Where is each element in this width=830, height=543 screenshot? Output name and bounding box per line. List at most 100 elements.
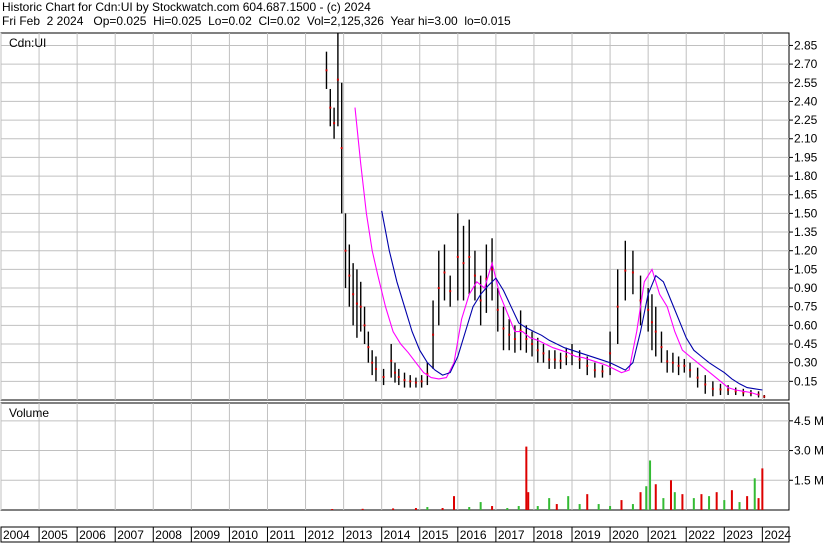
volume-bar [692, 498, 695, 510]
price-tick-label: 0.75 [794, 300, 818, 314]
price-close-marker [654, 330, 657, 333]
price-close-marker [329, 106, 332, 109]
volume-bar [506, 508, 509, 510]
volume-bar [654, 484, 657, 510]
year-tick-label: 2006 [79, 528, 106, 542]
price-close-marker [609, 352, 612, 355]
price-close-marker [671, 361, 674, 364]
price-tick-label: 0.45 [794, 337, 818, 351]
price-close-marker [397, 375, 400, 378]
price-close-marker [367, 346, 370, 349]
year-tick-label: 2024 [764, 528, 791, 542]
price-close-marker [363, 324, 366, 327]
price-close-marker [371, 361, 374, 364]
price-close-marker [394, 371, 396, 374]
price-close-marker [456, 255, 459, 258]
price-close-marker [325, 69, 328, 72]
price-panel-frame [0, 32, 790, 401]
year-tick-label: 2016 [460, 528, 487, 542]
volume-bar [673, 492, 676, 510]
price-tick-label: 1.05 [794, 262, 818, 276]
price-close-marker [719, 388, 722, 391]
year-tick-label: 2017 [498, 528, 525, 542]
price-tick-label: 1.35 [794, 225, 818, 239]
volume-bar [597, 504, 600, 510]
price-close-marker [340, 147, 343, 150]
price-close-marker [593, 369, 596, 372]
volume-axis-ticks: 4.5 M 3.0 M 1.5 M [789, 414, 824, 487]
price-close-marker [420, 380, 423, 383]
volume-tick-label: 4.5 M [794, 414, 824, 428]
price-close-marker [586, 364, 589, 367]
volume-bar [708, 496, 711, 510]
year-tick-label: 2010 [231, 528, 258, 542]
price-close-marker [711, 387, 714, 390]
price-close-marker [536, 349, 539, 352]
year-tick-label: 2008 [155, 528, 182, 542]
volume-bar [453, 496, 456, 510]
price-close-marker [666, 360, 669, 363]
volume-bar [525, 446, 528, 510]
year-tick-label: 2005 [41, 528, 68, 542]
volume-bar [669, 480, 672, 510]
price-close-marker [468, 255, 471, 258]
year-tick-label: 2009 [193, 528, 220, 542]
year-axis: 2004 2005 2006 2007 2008 2009 2010 2011 2012 2013… [0, 526, 791, 543]
volume-tick-label: 3.0 M [794, 444, 824, 458]
price-close-marker [409, 380, 412, 383]
price-close-marker [542, 352, 545, 355]
price-close-marker [559, 359, 562, 362]
price-close-marker [491, 268, 494, 271]
volume-tick-label: 1.5 M [794, 473, 824, 487]
price-close-marker [502, 327, 505, 330]
price-close-marker [704, 383, 707, 386]
price-close-marker [647, 308, 650, 311]
volume-bar [746, 496, 749, 510]
price-close-marker [565, 355, 568, 358]
price-close-marker [359, 305, 362, 308]
price-tick-label: 0.90 [794, 281, 818, 295]
price-close-marker [553, 358, 556, 361]
volume-bar [723, 500, 726, 510]
year-axis-ticks: 2004 2005 2006 2007 2008 2009 2010 2011 2012 2013… [0, 527, 791, 542]
price-close-marker [479, 299, 482, 302]
volume-panel: 4.5 M 3.0 M 1.5 M Volume [0, 402, 824, 511]
volume-bar [649, 460, 652, 510]
price-close-marker [348, 274, 351, 277]
price-close-marker [344, 249, 347, 252]
price-close-marker [519, 329, 522, 332]
price-close-marker [437, 287, 440, 290]
volume-bar [609, 506, 612, 510]
price-close-marker [432, 333, 435, 336]
price-tick-label: 2.40 [794, 94, 818, 108]
price-tick-label: 1.20 [794, 244, 818, 258]
price-close-marker [727, 389, 730, 392]
price-close-marker [355, 302, 358, 305]
year-tick-label: 2021 [650, 528, 677, 542]
year-tick-label: 2018 [536, 528, 563, 542]
price-close-marker [508, 333, 511, 336]
year-tick-label: 2019 [574, 528, 601, 542]
price-close-marker [683, 364, 686, 367]
volume-bar [548, 498, 551, 510]
price-close-marker [352, 293, 355, 296]
volume-bar [645, 486, 648, 510]
price-close-marker [443, 271, 446, 274]
price-close-marker [660, 346, 663, 349]
price-close-marker [473, 274, 476, 277]
price-close-marker [548, 358, 551, 361]
price-tick-label: 1.50 [794, 206, 818, 220]
price-close-marker [382, 375, 385, 378]
volume-bar [631, 504, 634, 510]
price-close-marker [414, 381, 417, 384]
price-close-marker [496, 308, 499, 311]
price-close-marker [525, 338, 528, 341]
volume-bar [700, 494, 703, 510]
price-tick-label: 2.70 [794, 57, 818, 71]
volume-bar [586, 494, 589, 510]
price-tick-label: 0.30 [794, 356, 818, 370]
price-panel-label: Cdn:UI [9, 36, 46, 50]
price-close-marker [677, 364, 680, 367]
price-close-marker [531, 343, 534, 346]
year-tick-label: 2020 [612, 528, 639, 542]
